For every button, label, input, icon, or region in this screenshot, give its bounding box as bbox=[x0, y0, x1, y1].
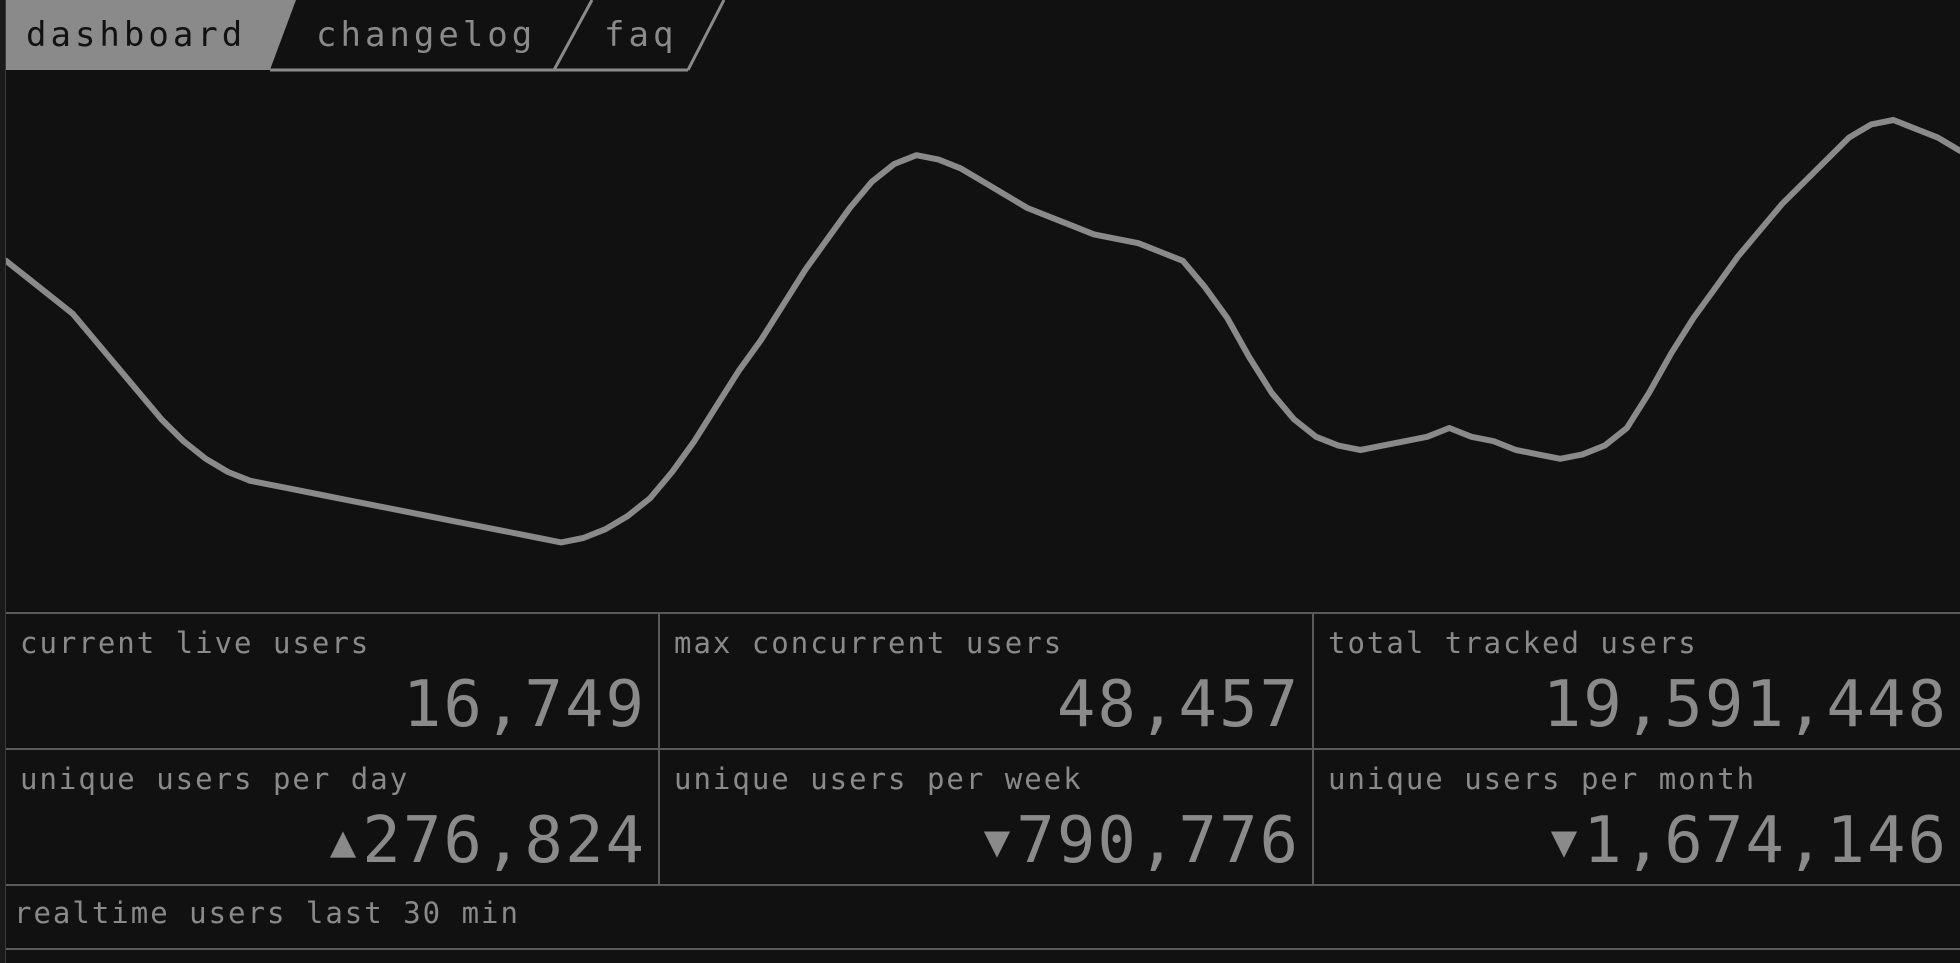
stat-total-tracked-users: total tracked users 19,591,448 bbox=[1314, 614, 1960, 750]
tab-dashboard[interactable]: dashboard bbox=[6, 0, 296, 70]
stat-value: ▲ 276,824 bbox=[329, 804, 646, 878]
trend-down-icon: ▼ bbox=[1550, 815, 1580, 867]
stat-value: 48,457 bbox=[1056, 668, 1300, 742]
stat-value: 16,749 bbox=[402, 668, 646, 742]
stat-value: ▼ 1,674,146 bbox=[1550, 804, 1948, 878]
stat-current-live-users: current live users 16,749 bbox=[6, 614, 660, 750]
stat-value: ▼ 790,776 bbox=[983, 804, 1300, 878]
stat-max-concurrent-users: max concurrent users 48,457 bbox=[660, 614, 1314, 750]
series-line-0 bbox=[6, 117, 1960, 546]
stat-label: current live users bbox=[20, 626, 371, 660]
tab-faq[interactable]: faq bbox=[554, 0, 724, 70]
stat-label: unique users per day bbox=[20, 762, 410, 796]
trend-up-icon: ▲ bbox=[329, 815, 359, 867]
realtime-users-line-chart bbox=[6, 117, 1960, 546]
stat-unique-users-per-day: unique users per day ▲ 276,824 bbox=[6, 750, 660, 886]
stat-label: max concurrent users bbox=[674, 626, 1064, 660]
stat-unique-users-per-week: unique users per week ▼ 790,776 bbox=[660, 750, 1314, 886]
stats-grid: current live users 16,749 max concurrent… bbox=[6, 612, 1960, 889]
tab-bar: dashboard changelog faq bbox=[6, 0, 766, 72]
stat-label: unique users per month bbox=[1328, 762, 1757, 796]
realtime-users-section: realtime users last 30 min bbox=[6, 886, 1960, 950]
stat-label: total tracked users bbox=[1328, 626, 1698, 660]
stat-label: unique users per week bbox=[674, 762, 1083, 796]
stat-value: 19,591,448 bbox=[1542, 668, 1948, 742]
tab-changelog[interactable]: changelog bbox=[270, 0, 586, 70]
section-title: realtime users last 30 min bbox=[14, 896, 520, 930]
stat-unique-users-per-month: unique users per month ▼ 1,674,146 bbox=[1314, 750, 1960, 886]
trend-down-icon: ▼ bbox=[983, 815, 1013, 867]
